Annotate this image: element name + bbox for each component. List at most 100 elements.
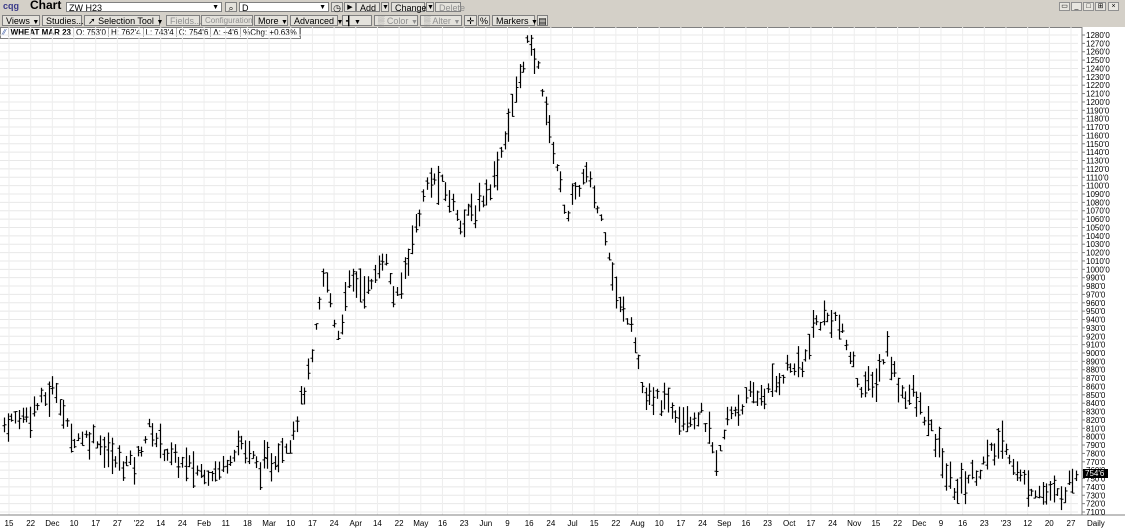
ohlc-bar: [718, 445, 723, 452]
studies-button[interactable]: Studies...: [42, 15, 84, 26]
print-icon[interactable]: ▤: [537, 15, 548, 26]
ohlc-bar: [488, 184, 493, 201]
configuration-button[interactable]: Configuration: [201, 15, 253, 26]
ohlc-bar: [239, 435, 244, 450]
ohlc-bar: [889, 356, 894, 381]
ohlc-bar: [247, 440, 252, 465]
ohlc-bar: [514, 76, 519, 103]
ohlc-bar: [373, 264, 378, 283]
search-icon[interactable]: ⌕: [225, 2, 237, 13]
ohlc-bar: [963, 471, 968, 505]
ohlc-bar: [592, 185, 597, 209]
x-tick-label: 10: [286, 519, 295, 528]
x-tick-label: Aug: [630, 519, 644, 528]
ohlc-bar: [1074, 470, 1079, 482]
ohlc-bar: [1022, 469, 1027, 485]
alter-button[interactable]: ▒ Alter ▼: [420, 15, 462, 26]
play-icon[interactable]: ▶: [344, 2, 356, 12]
markers-button[interactable]: Markers ▼: [492, 15, 538, 26]
clock-icon[interactable]: ◷: [331, 2, 343, 13]
ohlc-bar: [391, 286, 396, 308]
ohlc-bar: [688, 416, 693, 427]
ohlc-bar: [577, 184, 582, 197]
views-button[interactable]: Views ▼: [2, 15, 40, 26]
ohlc-bar: [581, 168, 586, 185]
ohlc-bar: [332, 319, 337, 328]
fields-button[interactable]: Fields...: [166, 15, 202, 26]
ohlc-bar: [232, 449, 237, 462]
ohlc-bar: [54, 382, 59, 403]
period-input[interactable]: D ▼: [239, 2, 329, 13]
ohlc-bar: [521, 61, 526, 73]
x-tick-label: 16: [741, 519, 750, 528]
ohlc-bar: [762, 388, 767, 410]
x-tick-label: 23: [763, 519, 772, 528]
restore-icon[interactable]: ▭: [1059, 2, 1070, 11]
crosshair-icon[interactable]: ✛: [464, 15, 477, 26]
ohlc-bar: [996, 428, 1001, 459]
x-tick-label: Jun: [479, 519, 492, 528]
x-tick-label: 24: [828, 519, 837, 528]
ohlc-bar: [466, 203, 471, 216]
selection-tool-button[interactable]: ➚ Selection Tool ▼: [84, 15, 163, 26]
add-dropdown-icon[interactable]: ▼: [381, 2, 389, 12]
ohlc-bar: [162, 449, 167, 462]
ohlc-bar: [503, 131, 508, 150]
ohlc-bar: [562, 204, 567, 214]
ohlc-bar: [110, 437, 115, 475]
delete-button[interactable]: Delete: [435, 2, 465, 13]
ohlc-bar: [1041, 482, 1046, 505]
percent-button[interactable]: %: [478, 15, 490, 26]
change-button[interactable]: Change: [391, 2, 427, 13]
ohlc-bar: [425, 177, 430, 190]
ohlc-bar: [377, 255, 382, 279]
ohlc-bar: [325, 272, 330, 293]
ohlc-bar: [362, 276, 367, 309]
x-tick-label: 9: [505, 519, 510, 528]
advanced-button[interactable]: Advanced ▼: [290, 15, 343, 26]
change-dropdown-icon[interactable]: ▼: [426, 2, 434, 12]
symbol-input[interactable]: ZW H23 ▼: [66, 2, 222, 13]
ohlc-bar: [855, 377, 860, 388]
ohlc-bar: [722, 429, 727, 440]
ohlc-bar: [607, 252, 612, 261]
ohlc-bar: [896, 377, 901, 403]
ohlc-bar: [740, 404, 745, 415]
ohlc-bar: [640, 382, 645, 394]
ohlc-bar: [714, 450, 719, 476]
close-icon[interactable]: ×: [1108, 2, 1119, 11]
ohlc-bar: [9, 413, 14, 422]
x-tick-label: 9: [939, 519, 944, 528]
ohlc-bar: [443, 182, 448, 202]
price-chart[interactable]: 1280'01270'01260'01250'01240'01230'01220…: [0, 27, 1125, 528]
ohlc-bar: [892, 361, 897, 378]
x-axis: 15 22 Dec 10 17 27 '22 14 24 Feb 11 18 Mar 10 17 24 Apr 1…: [5, 519, 1105, 528]
x-tick-label: 17: [806, 519, 815, 528]
toolbar: Views ▼ Studies... ➚ Selection Tool ▼ Fi…: [0, 14, 1125, 28]
ohlc-bar: [495, 151, 500, 191]
maximize-icon[interactable]: □: [1083, 2, 1094, 11]
tile-icon[interactable]: ⊞: [1095, 2, 1106, 11]
ohlc-bar: [811, 310, 816, 338]
x-tick-label: 18: [243, 519, 252, 528]
ohlc-bar: [825, 312, 830, 323]
ohlc-bar: [644, 387, 649, 411]
x-tick-label: 10: [655, 519, 664, 528]
color-button[interactable]: ▒ Color ▼: [374, 15, 418, 26]
more-button[interactable]: More ▼: [254, 15, 288, 26]
ohlc-bar: [989, 442, 994, 451]
ohlc-bar: [725, 406, 730, 426]
x-tick-label: Sep: [717, 519, 732, 528]
ohlc-bar: [473, 205, 478, 229]
ohlc-bar: [351, 268, 356, 292]
bar-style-button[interactable]: ┫ ▼: [342, 15, 372, 26]
ohlc-bar: [347, 270, 352, 288]
minimize-icon[interactable]: _: [1071, 2, 1082, 11]
ohlc-bar: [659, 400, 664, 417]
x-tick-label: 17: [676, 519, 685, 528]
x-tick-label: 14: [156, 519, 165, 528]
ohlc-bar: [978, 469, 983, 480]
x-tick-label: May: [413, 519, 428, 528]
x-tick-label: 17: [91, 519, 100, 528]
add-button[interactable]: Add: [356, 2, 380, 13]
